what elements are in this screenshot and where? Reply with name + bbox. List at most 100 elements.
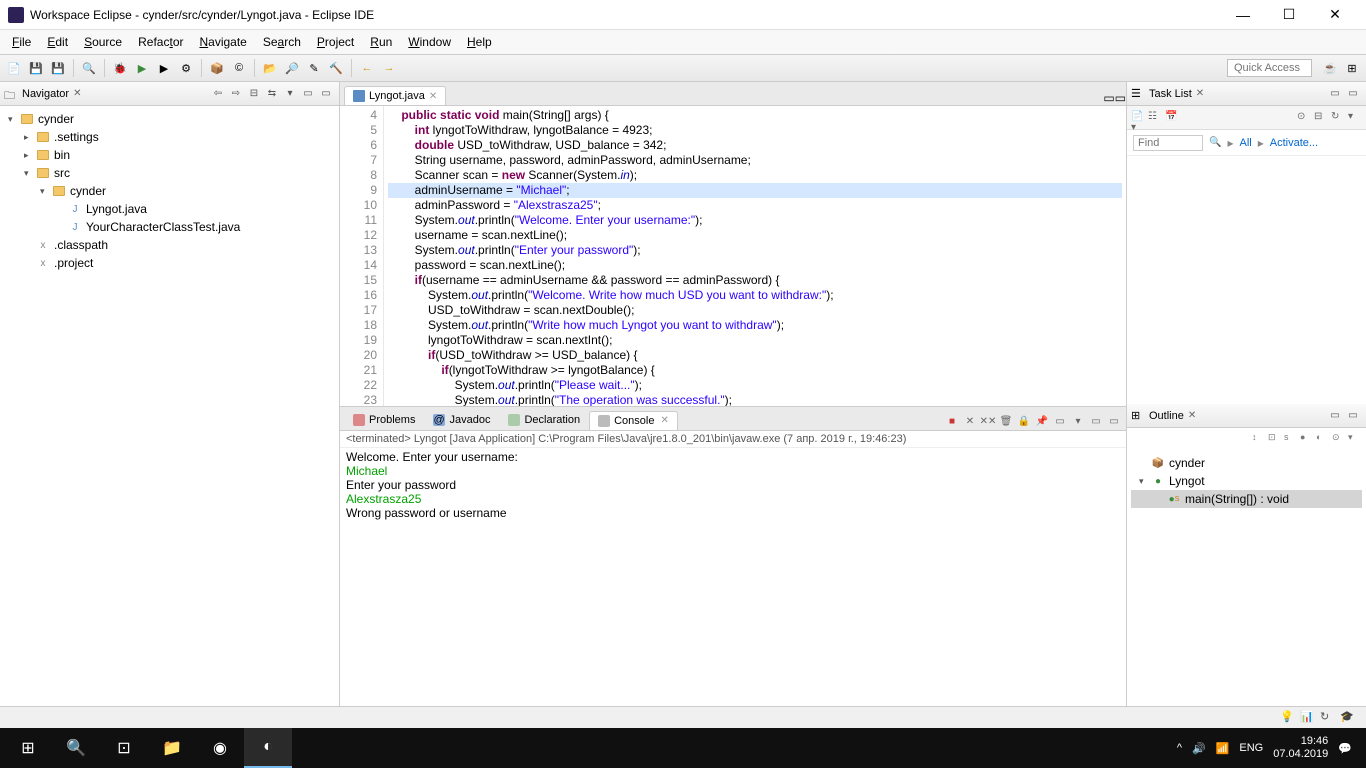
outline-menu-icon[interactable]: ▾ [1348,432,1362,446]
outline-max-icon[interactable]: ▭ [1345,408,1361,424]
menu-help[interactable]: Help [459,35,500,49]
editor-max-icon[interactable]: ▭ [1115,91,1126,105]
minimize-button[interactable]: — [1220,0,1266,30]
save-all-icon[interactable]: 💾 [48,58,68,78]
new-class-icon[interactable]: © [229,58,249,78]
sync-icon[interactable]: ↻ [1331,111,1345,125]
tree-bin[interactable]: ▸bin [0,146,339,164]
hide-nonpublic-icon[interactable]: ● [1300,432,1314,446]
updates-icon[interactable]: 📊 [1300,710,1316,726]
tree-src[interactable]: ▾src [0,164,339,182]
scroll-lock-icon[interactable]: 🔒 [1016,414,1032,430]
tab-console[interactable]: Console✕ [589,411,678,430]
console-output[interactable]: Welcome. Enter your username: Michael En… [340,448,1126,707]
view-menu-icon[interactable]: ▭ [300,86,316,102]
eclipse-button[interactable]: ◐ [244,728,292,768]
filter-icon[interactable]: ▾ [282,86,298,102]
new-task-icon[interactable]: 📄▾ [1131,111,1145,125]
menu-search[interactable]: Search [255,35,309,49]
hide-static-icon[interactable]: s [1284,432,1298,446]
nav-fwd-icon[interactable]: → [379,58,399,78]
menu-window[interactable]: Window [400,35,459,49]
activate-link[interactable]: Activate... [1270,137,1318,149]
toggle-icon[interactable]: ✎ [304,58,324,78]
tree-settings[interactable]: ▸.settings [0,128,339,146]
tree-file-lyngot[interactable]: JLyngot.java [0,200,339,218]
focus-outline-icon[interactable]: ⊙ [1332,432,1346,446]
chrome-button[interactable]: ◉ [196,728,244,768]
collapse-icon[interactable]: ⊟ [1314,111,1328,125]
collapse-all-icon[interactable]: ⊟ [246,86,262,102]
notifications-icon[interactable]: 💬 [1338,742,1352,755]
tab-declaration[interactable]: Declaration [499,410,589,430]
remove-all-icon[interactable]: ✕✕ [980,414,996,430]
back-icon[interactable]: ⇦ [210,86,226,102]
tree-project[interactable]: ▾cynder [0,110,339,128]
tasklist-min-icon[interactable]: ▭ [1327,86,1343,102]
sort-icon[interactable]: ↕ [1252,432,1266,446]
save-icon[interactable]: 💾 [26,58,46,78]
hide-local-icon[interactable]: ◐ [1316,432,1330,446]
outline-close-icon[interactable]: ✕ [1188,410,1196,421]
lang-indicator[interactable]: ENG [1239,742,1263,754]
build-status-icon[interactable]: 🎓 [1340,710,1356,726]
minimize-view-icon[interactable]: ▭ [318,86,334,102]
display-console-icon[interactable]: ▭ [1052,414,1068,430]
outline-package[interactable]: 📦cynder [1131,454,1362,472]
tree-file-test[interactable]: JYourCharacterClassTest.java [0,218,339,236]
menu-run[interactable]: Run [362,35,400,49]
task-find-input[interactable] [1133,135,1203,151]
menu-refactor[interactable]: Refactor [130,35,191,49]
focus-icon[interactable]: ⊙ [1297,111,1311,125]
tree-pkg-cynder[interactable]: ▾cynder [0,182,339,200]
ext-tools-icon[interactable]: ⚙ [176,58,196,78]
perspective-java-icon[interactable]: ☕ [1320,58,1340,78]
tree-classpath[interactable]: x.classpath [0,236,339,254]
menu-navigate[interactable]: Navigate [191,35,254,49]
code-editor[interactable]: 4567891011121314151617181920212223242526… [340,106,1126,406]
tab-problems[interactable]: Problems [344,410,424,430]
quick-access-input[interactable] [1227,59,1312,77]
build-icon[interactable]: 🔨 [326,58,346,78]
max-console-icon[interactable]: ▭ [1106,414,1122,430]
search-button[interactable]: 🔍 [52,728,100,768]
open-type-icon[interactable]: 🔍 [79,58,99,78]
menu-source[interactable]: Source [76,35,130,49]
explorer-button[interactable]: 📁 [148,728,196,768]
menu-file[interactable]: File [4,35,39,49]
tasklist-close-icon[interactable]: ✕ [1196,88,1204,99]
categorize-icon[interactable]: ☷ [1148,111,1162,125]
hide-icon[interactable]: ▾ [1348,111,1362,125]
editor-tab-lyngot[interactable]: Lyngot.java ✕ [344,86,446,105]
tab-close-icon[interactable]: ✕ [429,91,437,102]
all-link[interactable]: All [1239,137,1251,149]
navigator-close-icon[interactable]: ✕ [73,88,81,99]
outline-class[interactable]: ▾●Lyngot [1131,472,1362,490]
terminate-icon[interactable]: ■ [944,414,960,430]
open-task-icon[interactable]: 📂 [260,58,280,78]
maximize-button[interactable]: ☐ [1266,0,1312,30]
menu-edit[interactable]: Edit [39,35,76,49]
menu-project[interactable]: Project [309,35,362,49]
editor-min-icon[interactable]: ▭ [1103,91,1114,105]
coverage-icon[interactable]: ▶ [154,58,174,78]
sync-status-icon[interactable]: ↻ [1320,710,1336,726]
task-view-button[interactable]: ⊡ [100,728,148,768]
link-editor-icon[interactable]: ⇆ [264,86,280,102]
nav-back-icon[interactable]: ← [357,58,377,78]
new-package-icon[interactable]: 📦 [207,58,227,78]
new-icon[interactable]: 📄 [4,58,24,78]
min-console-icon[interactable]: ▭ [1088,414,1104,430]
perspective-switch-icon[interactable]: ⊞ [1342,58,1362,78]
open-console-icon[interactable]: ▾ [1070,414,1086,430]
tree-project-file[interactable]: x.project [0,254,339,272]
forward-icon[interactable]: ⇨ [228,86,244,102]
clear-console-icon[interactable]: 🗑 [998,414,1014,430]
clock[interactable]: 19:46 07.04.2019 [1273,735,1328,761]
start-button[interactable]: ⊞ [4,728,52,768]
tray-expand-icon[interactable]: ^ [1177,742,1182,754]
search-icon[interactable]: 🔎 [282,58,302,78]
pin-console-icon[interactable]: 📌 [1034,414,1050,430]
tab-javadoc[interactable]: @Javadoc [424,410,499,430]
wifi-icon[interactable]: 📶 [1216,742,1230,755]
